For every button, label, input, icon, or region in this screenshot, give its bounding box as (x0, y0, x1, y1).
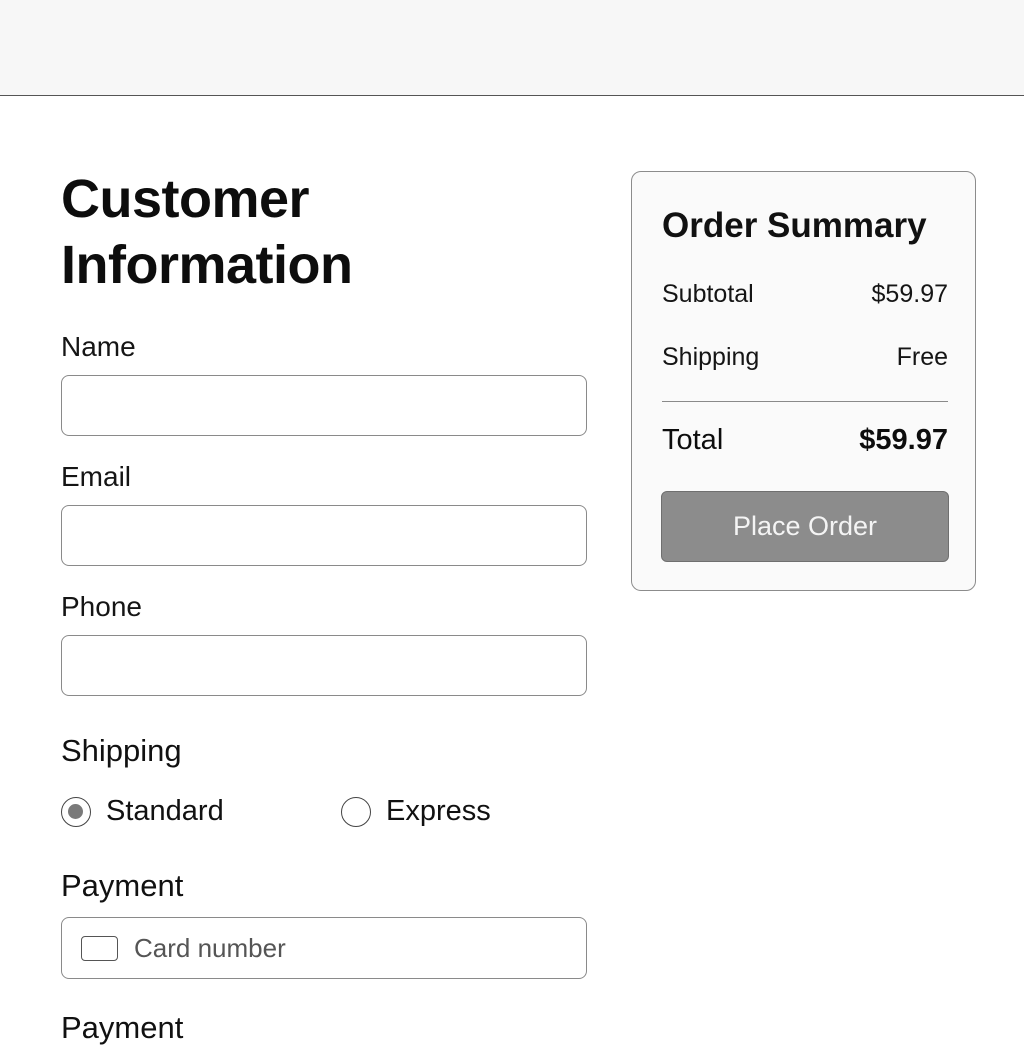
order-summary-title: Order Summary (662, 206, 927, 245)
total-label: Total (662, 424, 724, 456)
card-number-field[interactable]: Card number (61, 917, 587, 979)
phone-input[interactable] (61, 635, 587, 696)
email-input[interactable] (61, 505, 587, 566)
name-input[interactable] (61, 375, 587, 436)
shipping-option-label: Standard (106, 795, 224, 827)
shipping-cost-value: Free (896, 343, 948, 371)
radio-unselected-icon[interactable] (341, 796, 371, 827)
order-summary-panel: Order Summary Subtotal $59.97 Shipping F… (631, 171, 976, 591)
subtotal-label: Subtotal (662, 280, 754, 308)
shipping-option-label: Express (386, 795, 491, 827)
summary-divider (662, 401, 948, 402)
shipping-option-express[interactable]: Express (341, 795, 491, 828)
card-number-placeholder: Card number (134, 932, 286, 963)
subtotal-value: $59.97 (871, 280, 948, 308)
shipping-option-standard[interactable]: Standard (61, 795, 224, 828)
top-bar (0, 0, 1024, 96)
name-label: Name (61, 331, 136, 362)
total-value: $59.97 (859, 424, 948, 456)
email-label: Email (61, 461, 132, 492)
shipping-cost-label: Shipping (662, 343, 760, 371)
subtotal-row: Subtotal $59.97 (662, 280, 948, 309)
total-row: Total $59.97 (662, 424, 948, 457)
place-order-button[interactable]: Place Order (661, 491, 949, 562)
phone-label: Phone (61, 591, 142, 622)
shipping-row: Shipping Free (662, 343, 948, 372)
payment-section-label: Payment (61, 868, 184, 903)
shipping-section-label: Shipping (61, 733, 182, 768)
radio-selected-icon[interactable] (61, 796, 91, 827)
next-section-label: Payment (61, 1010, 184, 1045)
page-title: Customer Information (61, 169, 353, 295)
credit-card-icon (81, 935, 118, 961)
